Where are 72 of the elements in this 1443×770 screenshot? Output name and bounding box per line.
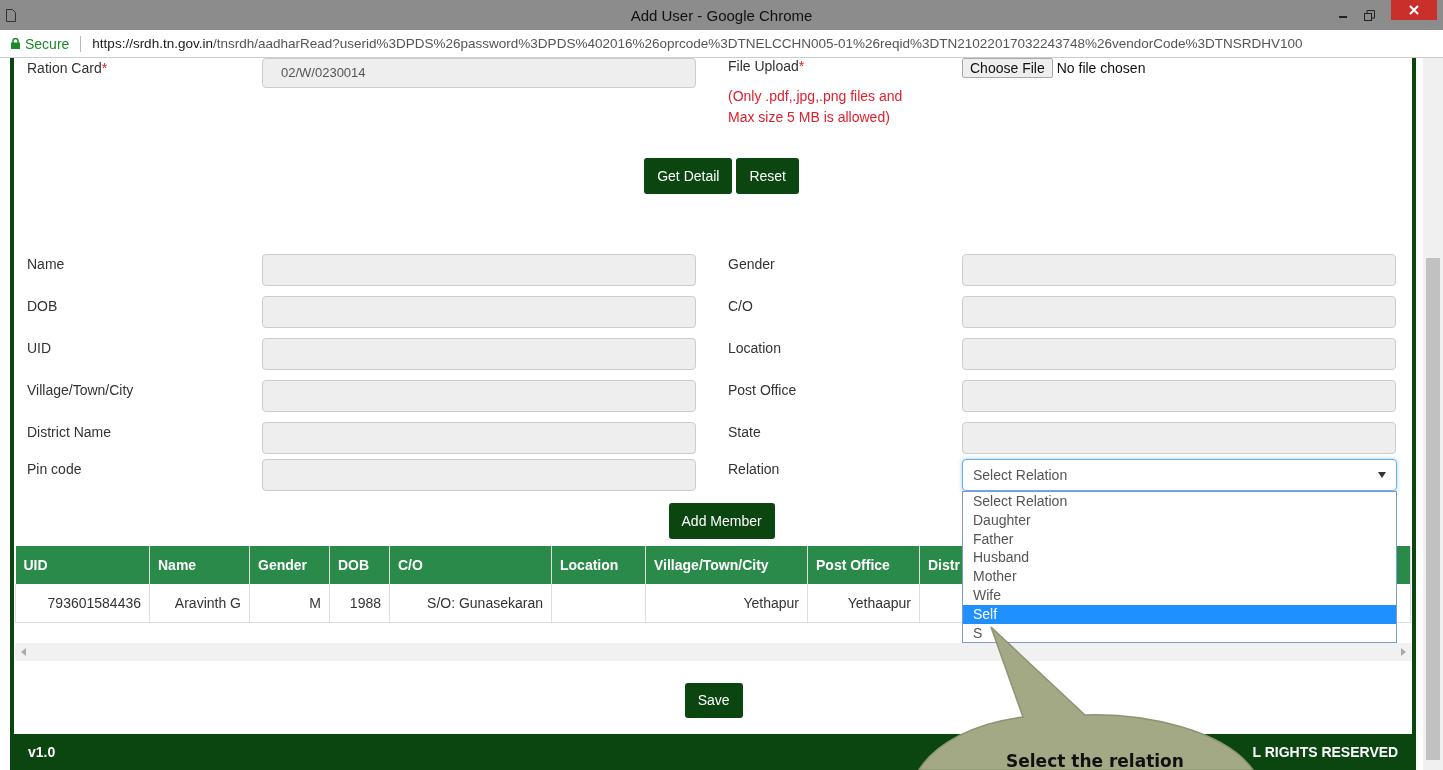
column-header: Village/Town/City xyxy=(645,546,808,584)
dropdown-option[interactable]: Select Relation xyxy=(963,492,1396,511)
input-field[interactable] xyxy=(962,380,1396,412)
window-title: Add User - Google Chrome xyxy=(629,6,814,24)
horizontal-scrollbar[interactable] xyxy=(15,642,1413,661)
dropdown-option[interactable]: Father xyxy=(963,529,1396,549)
table-cell: Aravinth G xyxy=(149,584,250,622)
column-header: Name xyxy=(149,546,250,584)
table-cell: 1988 xyxy=(329,584,390,622)
table-cell: 793601584436 xyxy=(15,584,150,622)
add-member-button[interactable]: Add Member xyxy=(668,503,775,539)
save-button[interactable]: Save xyxy=(684,682,743,718)
restore-icon[interactable] xyxy=(1364,9,1375,21)
field-label: Location xyxy=(728,339,782,358)
input-field[interactable] xyxy=(262,254,696,286)
dropdown-option[interactable]: Daughter xyxy=(963,510,1396,530)
input-field[interactable] xyxy=(262,338,696,370)
dropdown-option[interactable]: S xyxy=(963,623,1396,643)
choose-file-button[interactable]: Choose File xyxy=(962,58,1053,78)
column-header: Post Office xyxy=(807,546,920,584)
table-cell: S/O: Gunasekaran xyxy=(389,584,552,622)
field-label: Ration Card* xyxy=(27,59,109,78)
relation-dropdown[interactable]: Select Relation xyxy=(962,459,1397,491)
input-field[interactable] xyxy=(962,338,1396,370)
action-button[interactable]: Get Detail xyxy=(644,158,733,194)
action-button[interactable]: Reset xyxy=(736,158,799,194)
field-label: File Upload* xyxy=(728,57,805,74)
close-icon xyxy=(1409,5,1419,15)
input-field[interactable] xyxy=(262,459,696,491)
field-label: Name xyxy=(27,255,66,274)
input-field[interactable] xyxy=(262,296,696,328)
table-cell: Yethapur xyxy=(645,584,808,622)
lock-icon xyxy=(11,38,20,49)
version-text: v1.0 xyxy=(28,744,56,760)
field-label: Village/Town/City xyxy=(27,381,135,400)
caret-icon xyxy=(1378,472,1386,478)
dropdown-option[interactable]: Mother xyxy=(963,567,1396,586)
secure-label: Secure xyxy=(25,35,70,52)
ration-card-field[interactable]: 02/W/0230014 xyxy=(262,58,696,88)
input-field[interactable] xyxy=(962,254,1396,286)
scroll-left-icon[interactable] xyxy=(21,647,26,656)
field-label: Pin code xyxy=(27,460,83,479)
callout-text: Select the relation xyxy=(1006,751,1184,770)
column-header: C/O xyxy=(389,546,552,584)
field-label: C/O xyxy=(728,297,754,316)
input-field[interactable] xyxy=(262,380,696,412)
field-label: DOB xyxy=(27,297,59,316)
vertical-scrollbar[interactable] xyxy=(1423,58,1443,770)
column-header: Location xyxy=(551,546,646,584)
file-status: No file chosen xyxy=(1056,59,1146,76)
file-note: (Only .pdf,.jpg,.png files and Max size 5 MB is allowed) xyxy=(728,87,904,127)
column-header: Gender xyxy=(249,546,330,584)
close-button[interactable] xyxy=(1391,0,1437,20)
page-icon xyxy=(6,8,16,22)
input-field[interactable] xyxy=(262,422,696,454)
scroll-right-icon[interactable] xyxy=(1401,647,1407,656)
field-label: Gender xyxy=(728,255,776,274)
input-field[interactable] xyxy=(962,422,1396,454)
column-header: UID xyxy=(15,546,150,584)
field-label: UID xyxy=(27,339,53,358)
field-label: State xyxy=(728,423,762,442)
field-label: Relation xyxy=(728,460,781,479)
column-header: DOB xyxy=(329,546,390,584)
input-field[interactable] xyxy=(962,296,1396,328)
rights-text: L RIGHTS RESERVED xyxy=(1252,744,1399,760)
field-label: District Name xyxy=(27,423,112,442)
table-cell: M xyxy=(249,584,330,622)
table-cell: Yethaapur xyxy=(807,584,920,622)
field-label: Post Office xyxy=(728,381,798,400)
url-text[interactable]: https://srdh.tn.gov.in/tnsrdh/aadharRead?userid%3DPDS%26password%3DPDS%402016%26oprcode%3DTNELCCHN005-01%26reqid%3DTN21022017032243748%26vendorCode%3DTNSRDHV100 xyxy=(92,36,1303,51)
dropdown-option[interactable]: Wife xyxy=(963,586,1396,605)
dropdown-option[interactable]: Husband xyxy=(963,548,1396,568)
